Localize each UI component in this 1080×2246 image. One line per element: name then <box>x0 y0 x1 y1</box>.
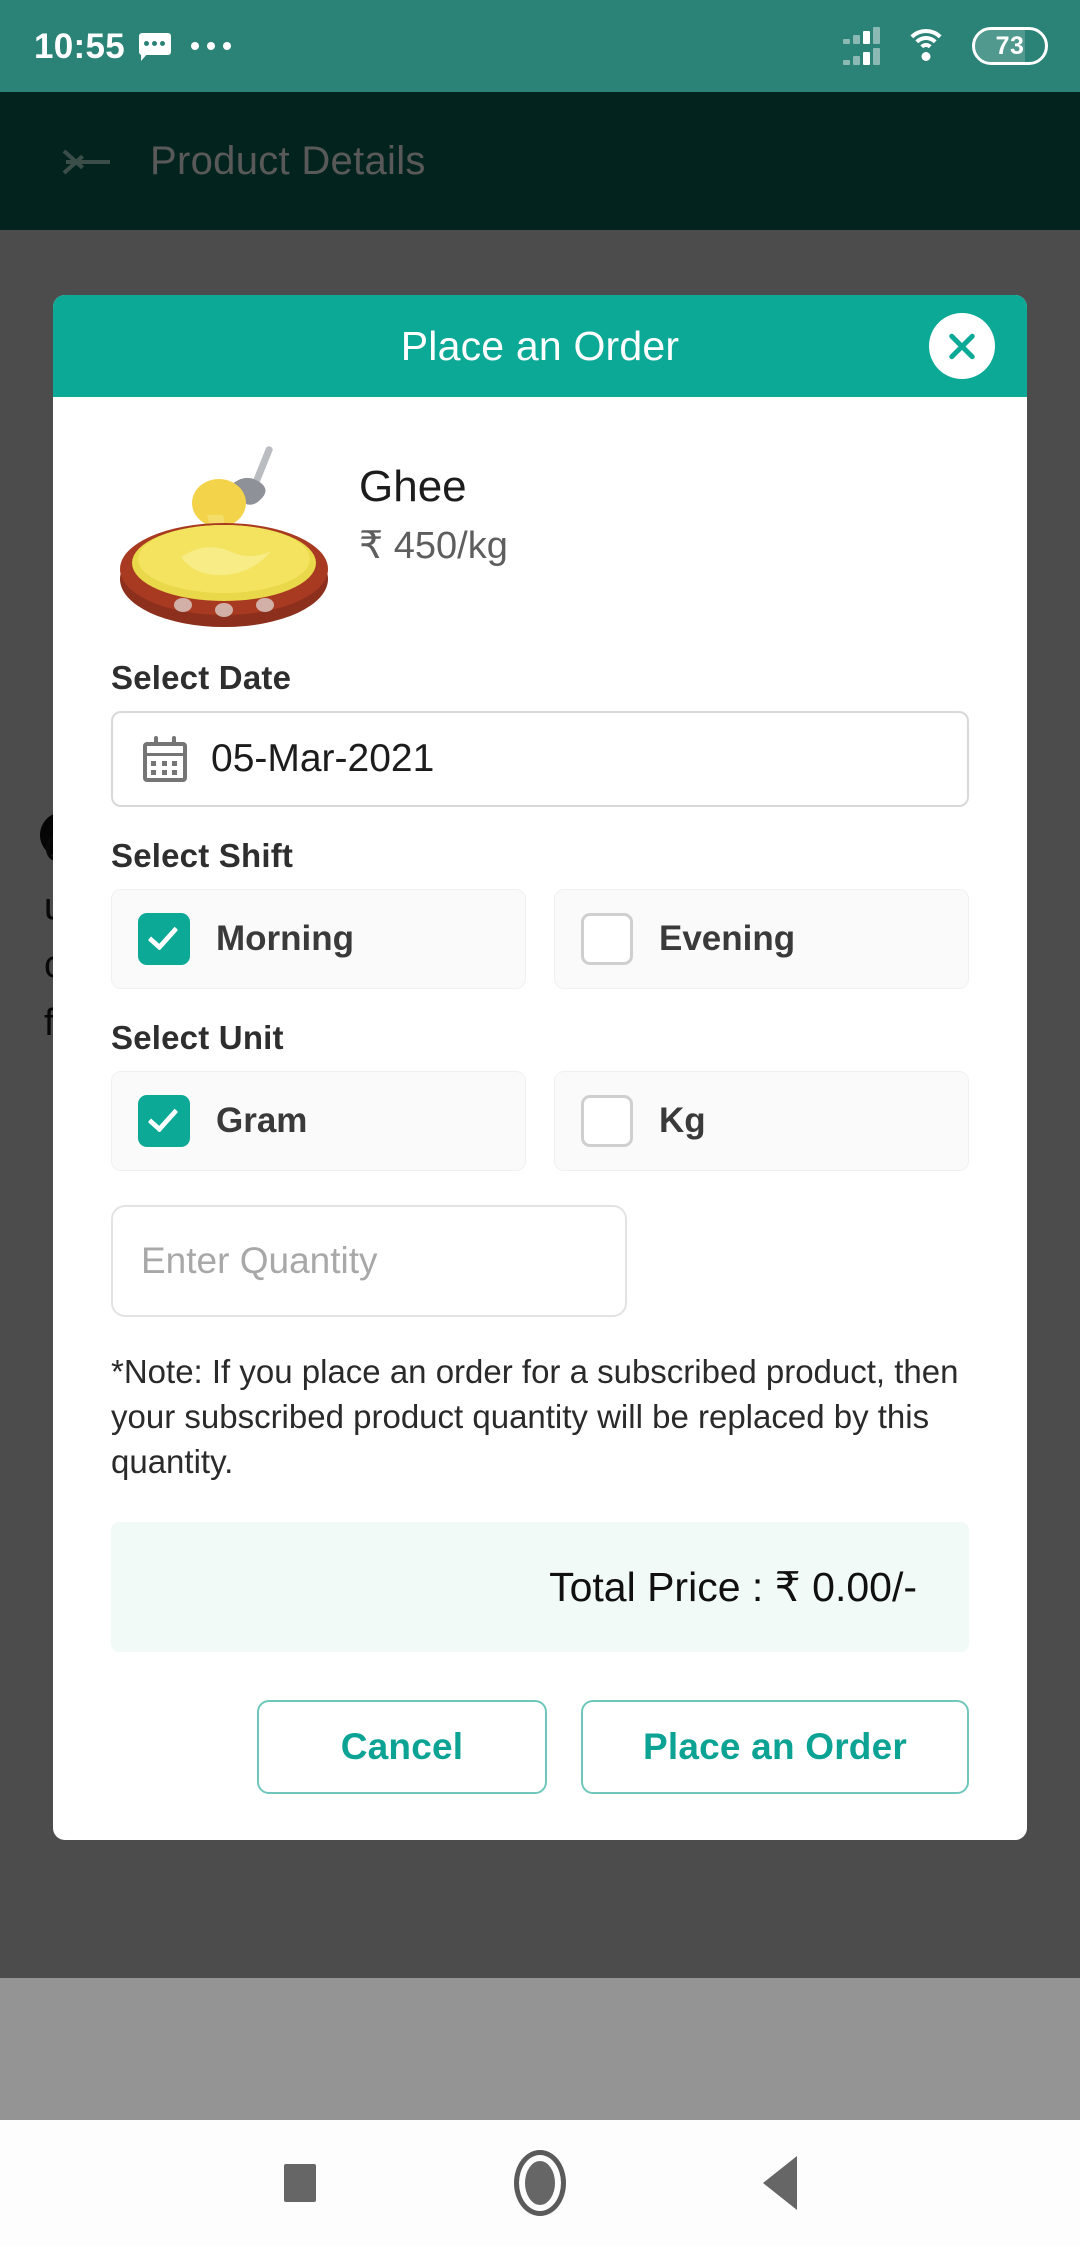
order-note: *Note: If you place an order for a subsc… <box>111 1353 959 1480</box>
message-icon <box>139 33 172 61</box>
status-bar-time: 10:55 <box>34 26 126 66</box>
dialog-header: Place an Order <box>53 295 1027 397</box>
unit-options: Gram Kg <box>111 1071 969 1171</box>
ghee-bowl-image <box>111 429 337 629</box>
back-button[interactable] <box>660 2156 900 2210</box>
more-dots-icon <box>191 42 232 50</box>
selected-date: 05-Mar-2021 <box>211 737 435 780</box>
wifi-icon <box>904 29 948 63</box>
battery-level: 73 <box>995 31 1025 60</box>
checkbox-unchecked-icon[interactable] <box>581 1095 633 1147</box>
unit-option-kg[interactable]: Kg <box>554 1071 969 1171</box>
signal-bars-icon <box>843 27 880 65</box>
unit-option-gram-label: Gram <box>216 1101 308 1140</box>
product-summary: Ghee ₹ 450/kg <box>111 423 969 629</box>
calendar-icon <box>143 736 187 782</box>
product-meta: Ghee ₹ 450/kg <box>359 429 508 568</box>
android-nav-bar <box>0 2120 1080 2246</box>
shift-option-morning-label: Morning <box>216 919 355 958</box>
phone-screen: Curd is prepared by the bacterial fermen… <box>0 0 1080 2246</box>
status-bar-right: 73 <box>843 27 1048 65</box>
place-order-dialog: Place an Order Ghee ₹ 450/kg Select Date… <box>53 295 1027 1840</box>
quantity-field[interactable] <box>111 1205 627 1317</box>
shift-option-morning[interactable]: Morning <box>111 889 526 989</box>
recents-button[interactable] <box>180 2164 420 2202</box>
total-price-text: Total Price : ₹ 0.00/- <box>549 1564 917 1610</box>
checkbox-checked-icon[interactable] <box>138 1095 190 1147</box>
dialog-actions: Cancel Place an Order <box>111 1700 969 1794</box>
unit-option-gram[interactable]: Gram <box>111 1071 526 1171</box>
dialog-body: Ghee ₹ 450/kg Select Date 05-Mar-2021 Se… <box>53 397 1027 1840</box>
select-unit-label: Select Unit <box>111 1019 284 1056</box>
status-bar-left: 10:55 <box>34 26 232 66</box>
total-price-box: Total Price : ₹ 0.00/- <box>111 1522 969 1652</box>
battery-indicator: 73 <box>972 27 1048 65</box>
close-icon[interactable] <box>929 313 995 379</box>
checkbox-checked-icon[interactable] <box>138 913 190 965</box>
shift-option-evening-label: Evening <box>659 919 796 958</box>
home-button[interactable] <box>420 2150 660 2216</box>
checkbox-unchecked-icon[interactable] <box>581 913 633 965</box>
scrim-over-app-bar <box>0 92 1080 230</box>
unit-option-kg-label: Kg <box>659 1101 706 1140</box>
recents-square-icon <box>284 2164 316 2202</box>
shift-option-evening[interactable]: Evening <box>554 889 969 989</box>
status-bar: 10:55 73 <box>0 0 1080 92</box>
quantity-input[interactable] <box>141 1240 597 1282</box>
cancel-button[interactable]: Cancel <box>257 1700 547 1794</box>
date-picker-field[interactable]: 05-Mar-2021 <box>111 711 969 807</box>
scrim-over-bottom-bar <box>0 1978 1080 2120</box>
dialog-title: Place an Order <box>400 322 680 369</box>
select-date-label: Select Date <box>111 659 292 696</box>
place-order-button[interactable]: Place an Order <box>581 1700 969 1794</box>
product-price: ₹ 450/kg <box>359 525 508 568</box>
back-triangle-icon <box>763 2156 797 2210</box>
home-circle-icon <box>514 2150 566 2216</box>
shift-options: Morning Evening <box>111 889 969 989</box>
select-shift-label: Select Shift <box>111 837 294 874</box>
product-name: Ghee <box>359 462 467 511</box>
